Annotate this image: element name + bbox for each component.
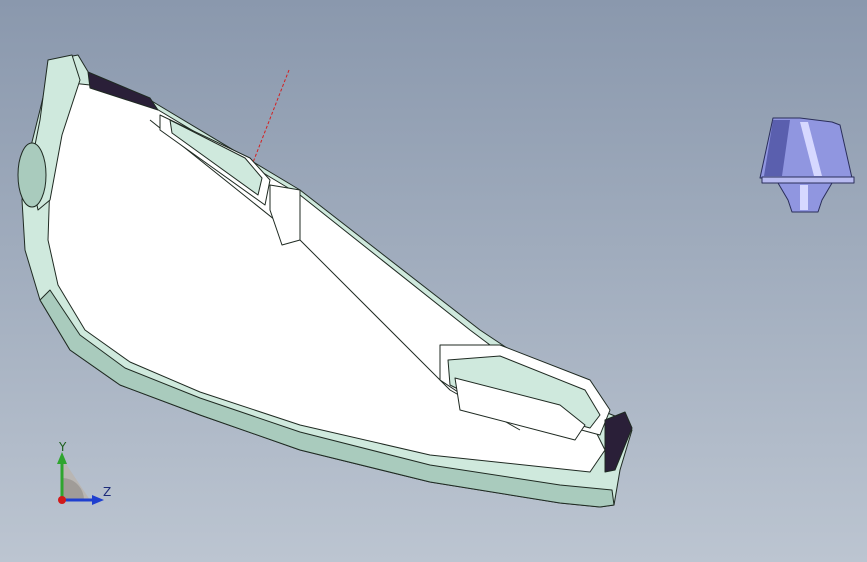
cad-viewport[interactable]: Y Z [0, 0, 867, 562]
connector-plug[interactable] [759, 117, 855, 213]
axis-triad: Y Z [44, 438, 124, 518]
reference-axis-line [251, 69, 290, 166]
axis-y-label: Y [59, 440, 67, 454]
connector-flange [761, 176, 855, 184]
axis-z-label: Z [103, 485, 112, 499]
triad-graphic [57, 452, 104, 505]
model-scene[interactable] [0, 0, 867, 562]
